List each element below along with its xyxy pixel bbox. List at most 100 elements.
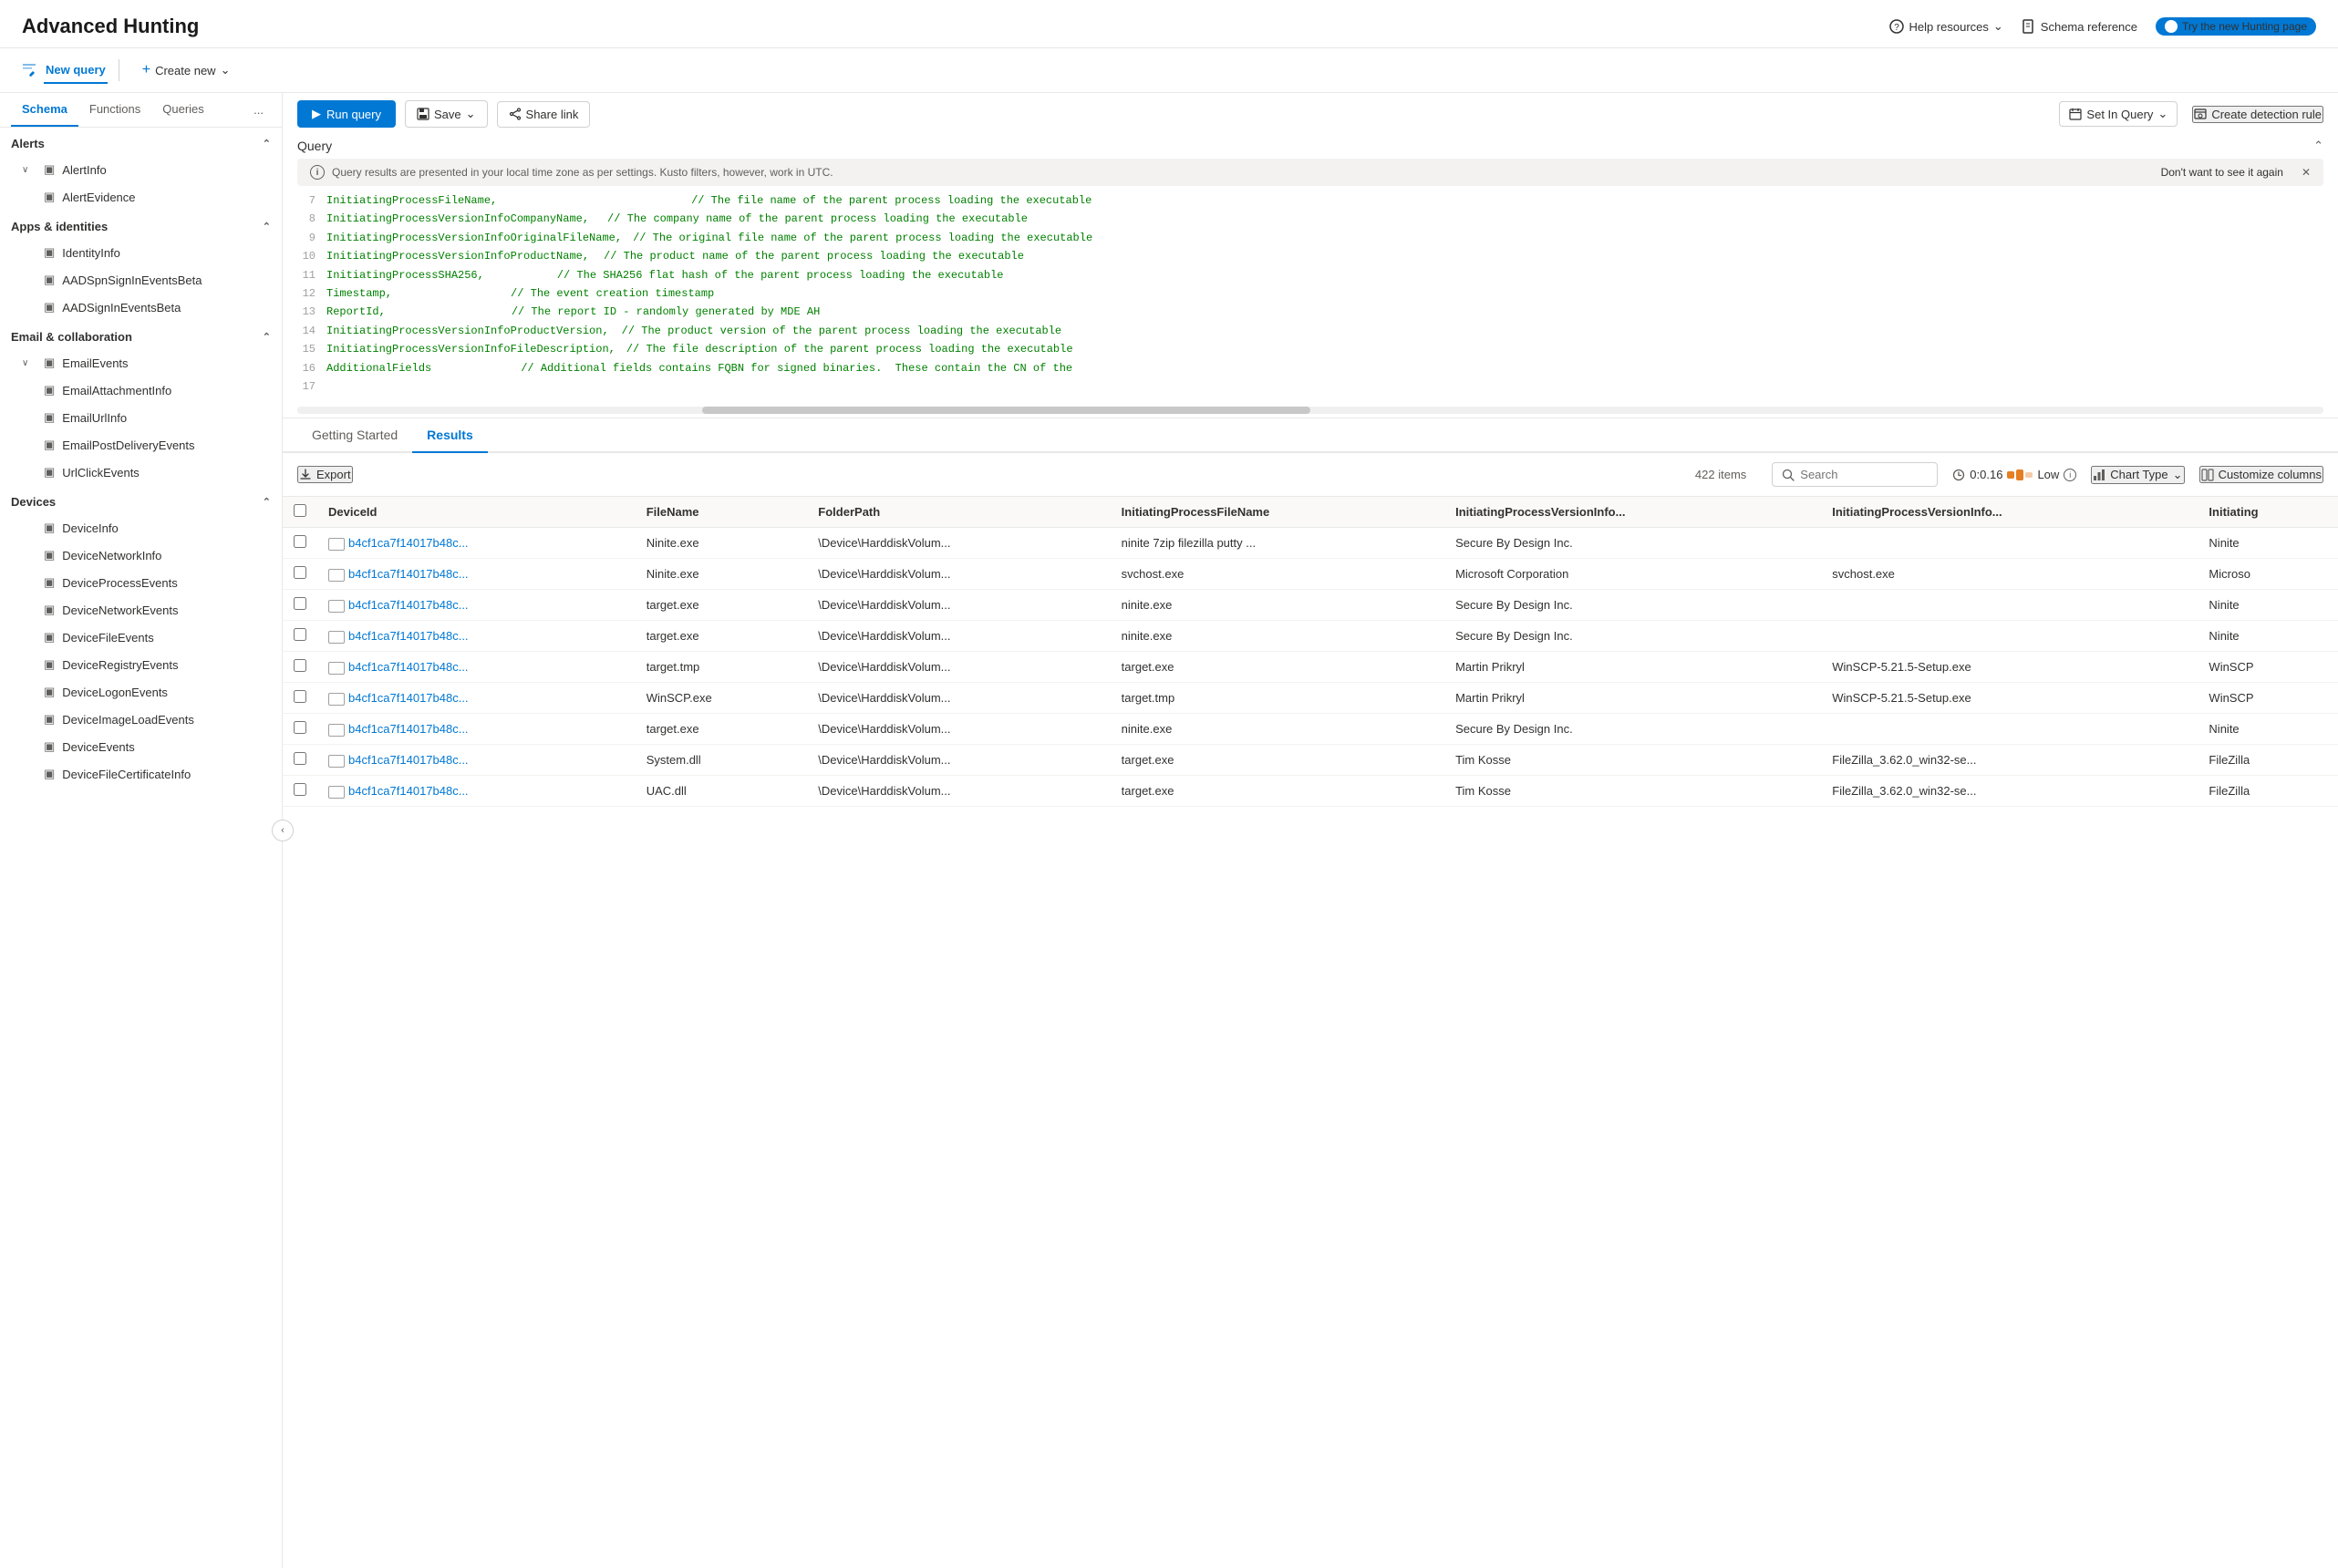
sidebar-item-emailurl[interactable]: ▣ EmailUrlInfo ⋮	[0, 404, 282, 431]
time-info-icon[interactable]: i	[2064, 469, 2076, 481]
new-query-button[interactable]: New query	[44, 57, 108, 84]
devices-label: Devices	[11, 495, 56, 509]
code-line-7: 7 InitiatingProcessFileName, // The file…	[297, 191, 2323, 210]
tab-queries[interactable]: Queries	[151, 93, 215, 127]
query-collapse-icon[interactable]: ⌃	[2313, 139, 2323, 153]
code-scroll-track[interactable]	[297, 407, 2323, 414]
set-in-query-button[interactable]: Set In Query ⌄	[2059, 101, 2178, 127]
sidebar-item-identityinfo[interactable]: ▣ IdentityInfo ⋮	[0, 239, 282, 266]
deviceid-link[interactable]: b4cf1ca7f14017b48c...	[348, 567, 469, 581]
save-button[interactable]: Save ⌄	[405, 100, 488, 128]
sidebar-item-urlclickevents[interactable]: ▣ UrlClickEvents ⋮	[0, 459, 282, 486]
sidebar-item-devicefilecert[interactable]: ▣ DeviceFileCertificateInfo ⋮	[0, 760, 282, 788]
help-icon: ?	[1889, 19, 1904, 34]
sidebar-item-alertevidence[interactable]: ▣ AlertEvidence ⋮	[0, 183, 282, 211]
sidebar-item-emailevents[interactable]: ∨ ▣ EmailEvents ⋮	[0, 349, 282, 377]
sidebar-item-aadsignin[interactable]: ▣ AADSignInEventsBeta ⋮	[0, 294, 282, 321]
row-checkbox-cell	[283, 714, 317, 745]
search-input[interactable]	[1800, 468, 1928, 481]
deviceevents-label: DeviceEvents	[62, 740, 249, 754]
col-initproc-versioninfo2[interactable]: InitiatingProcessVersionInfo...	[1821, 497, 2198, 528]
col-initproc-versioninfo1[interactable]: InitiatingProcessVersionInfo...	[1444, 497, 1821, 528]
col-initiating[interactable]: Initiating	[2198, 497, 2338, 528]
deviceid-link[interactable]: b4cf1ca7f14017b48c...	[348, 660, 469, 674]
sidebar-item-deviceregistryevents[interactable]: ▣ DeviceRegistryEvents ⋮	[0, 651, 282, 678]
create-new-button[interactable]: + Create new ⌄	[130, 56, 243, 85]
deviceregistryevents-label: DeviceRegistryEvents	[62, 658, 249, 672]
search-box[interactable]	[1772, 462, 1938, 487]
table-row: b4cf1ca7f14017b48c... System.dll \Device…	[283, 745, 2338, 776]
close-info-btn[interactable]: ✕	[2302, 166, 2311, 179]
sidebar-item-deviceinfo[interactable]: ▣ DeviceInfo ⋮	[0, 514, 282, 542]
cell-folderpath: \Device\HarddiskVolum...	[807, 776, 1110, 807]
row-checkbox[interactable]	[294, 659, 306, 672]
col-initiatingprocessfilename[interactable]: InitiatingProcessFileName	[1111, 497, 1444, 528]
query-header-right: Set In Query ⌄ Create detection rule	[2059, 101, 2323, 127]
dont-show-btn[interactable]: Don't want to see it again	[2161, 166, 2283, 179]
row-checkbox[interactable]	[294, 721, 306, 734]
customize-columns-button[interactable]: Customize columns	[2199, 466, 2323, 483]
col-filename[interactable]: FileName	[636, 497, 808, 528]
deviceid-link[interactable]: b4cf1ca7f14017b48c...	[348, 536, 469, 550]
row-checkbox[interactable]	[294, 752, 306, 765]
sidebar-item-emailpostdelivery[interactable]: ▣ EmailPostDeliveryEvents ⋮	[0, 431, 282, 459]
col-deviceid[interactable]: DeviceId	[317, 497, 636, 528]
help-resources-btn[interactable]: ? Help resources ⌄	[1889, 19, 2002, 34]
table-row: b4cf1ca7f14017b48c... Ninite.exe \Device…	[283, 559, 2338, 590]
sidebar-item-devicelogonevents[interactable]: ▣ DeviceLogonEvents ⋮	[0, 678, 282, 706]
tab-results[interactable]: Results	[412, 418, 488, 453]
deviceid-link[interactable]: b4cf1ca7f14017b48c...	[348, 722, 469, 736]
sidebar-scroll[interactable]: Alerts ⌃ ∨ ▣ AlertInfo ⋮ ▣ AlertEvidence…	[0, 128, 282, 1568]
row-icon	[328, 631, 345, 644]
sidebar-item-alertinfo[interactable]: ∨ ▣ AlertInfo ⋮	[0, 156, 282, 183]
row-checkbox[interactable]	[294, 535, 306, 548]
alertevidence-label: AlertEvidence	[62, 191, 249, 204]
run-query-button[interactable]: ▶ Run query	[297, 100, 396, 128]
tab-functions[interactable]: Functions	[78, 93, 151, 127]
row-checkbox-cell	[283, 528, 317, 559]
row-checkbox-cell	[283, 590, 317, 621]
deviceid-link[interactable]: b4cf1ca7f14017b48c...	[348, 784, 469, 798]
section-apps-header[interactable]: Apps & identities ⌃	[0, 211, 282, 239]
sidebar-item-aadspn[interactable]: ▣ AADSpnSignInEventsBeta ⋮	[0, 266, 282, 294]
tab-schema[interactable]: Schema	[11, 93, 78, 127]
section-email-header[interactable]: Email & collaboration ⌃	[0, 321, 282, 349]
sidebar-item-deviceevents[interactable]: ▣ DeviceEvents ⋮	[0, 733, 282, 760]
row-checkbox[interactable]	[294, 597, 306, 610]
export-button[interactable]: Export	[297, 466, 353, 483]
sidebar-item-devicenetworkinfo[interactable]: ▣ DeviceNetworkInfo ⋮	[0, 542, 282, 569]
sidebar-item-deviceimageloadevents[interactable]: ▣ DeviceImageLoadEvents ⋮	[0, 706, 282, 733]
create-detection-rule-button[interactable]: Create detection rule	[2192, 106, 2323, 123]
devicelogonevents-label: DeviceLogonEvents	[62, 686, 249, 699]
save-icon	[417, 108, 429, 120]
col-folderpath[interactable]: FolderPath	[807, 497, 1110, 528]
section-devices-header[interactable]: Devices ⌃	[0, 486, 282, 514]
deviceid-link[interactable]: b4cf1ca7f14017b48c...	[348, 629, 469, 643]
section-alerts-header[interactable]: Alerts ⌃	[0, 128, 282, 156]
emailattachment-label: EmailAttachmentInfo	[62, 384, 249, 397]
deviceid-link[interactable]: b4cf1ca7f14017b48c...	[348, 598, 469, 612]
sidebar-item-emailattachment[interactable]: ▣ EmailAttachmentInfo ⋮	[0, 377, 282, 404]
try-new-toggle[interactable]: Try the new Hunting page	[2156, 17, 2316, 36]
cell-filename: Ninite.exe	[636, 559, 808, 590]
time-bar-3	[2025, 472, 2033, 478]
row-checkbox[interactable]	[294, 566, 306, 579]
row-checkbox[interactable]	[294, 628, 306, 641]
chart-type-button[interactable]: Chart Type ⌄	[2091, 466, 2184, 484]
code-editor[interactable]: 7 InitiatingProcessFileName, // The file…	[283, 191, 2338, 403]
sidebar-more-btn[interactable]: ...	[246, 96, 271, 124]
schema-reference-btn[interactable]: Schema reference	[2022, 19, 2137, 34]
row-checkbox[interactable]	[294, 690, 306, 703]
deviceid-link[interactable]: b4cf1ca7f14017b48c...	[348, 691, 469, 705]
table-container[interactable]: DeviceId FileName FolderPath InitiatingP…	[283, 497, 2338, 1568]
row-checkbox[interactable]	[294, 783, 306, 796]
sidebar-item-deviceprocessevents[interactable]: ▣ DeviceProcessEvents ⋮	[0, 569, 282, 596]
tab-getting-started[interactable]: Getting Started	[297, 418, 412, 453]
deviceid-link[interactable]: b4cf1ca7f14017b48c...	[348, 753, 469, 767]
share-link-button[interactable]: Share link	[497, 101, 591, 128]
sidebar-item-devicenetworkevents[interactable]: ▣ DeviceNetworkEvents ⋮	[0, 596, 282, 624]
select-all-checkbox[interactable]	[294, 504, 306, 517]
line-num-14: 14	[297, 322, 316, 340]
sidebar-item-devicefileevents[interactable]: ▣ DeviceFileEvents ⋮	[0, 624, 282, 651]
sidebar-collapse-btn[interactable]: ‹	[272, 820, 294, 841]
